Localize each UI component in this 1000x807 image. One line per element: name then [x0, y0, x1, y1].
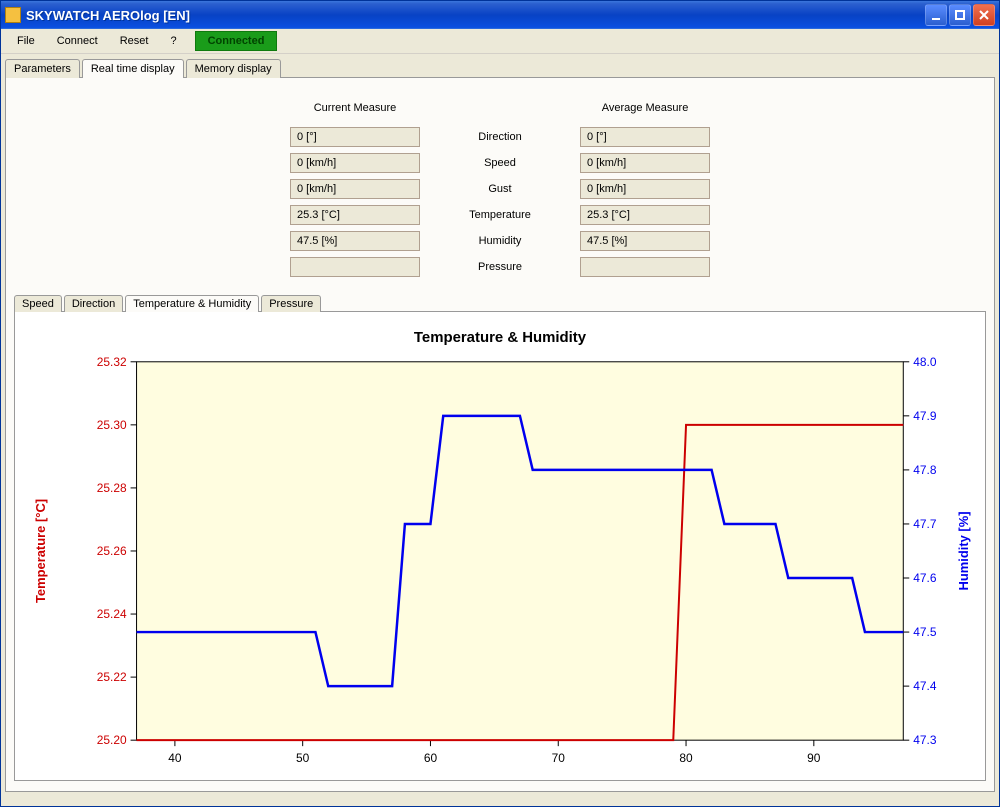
svg-text:47.5: 47.5 [913, 625, 937, 639]
menu-help[interactable]: ? [160, 32, 186, 50]
menu-bar: File Connect Reset ? Connected [1, 29, 999, 54]
window-title: SKYWATCH AEROlog [EN] [26, 8, 925, 23]
measure-section: Current Measure 0 [°] 0 [km/h] 0 [km/h] … [14, 88, 986, 294]
average-direction-field: 0 [°] [580, 127, 710, 147]
svg-text:90: 90 [807, 751, 821, 765]
connection-status: Connected [195, 31, 278, 51]
average-pressure-field [580, 257, 710, 277]
label-direction: Direction [430, 124, 570, 150]
label-humidity: Humidity [430, 228, 570, 254]
label-pressure: Pressure [430, 254, 570, 280]
svg-text:25.30: 25.30 [97, 418, 127, 432]
subtab-speed[interactable]: Speed [14, 295, 62, 312]
svg-text:47.6: 47.6 [913, 571, 937, 585]
svg-text:47.9: 47.9 [913, 409, 937, 423]
client-area: Parameters Real time display Memory disp… [1, 54, 999, 796]
subtab-pressure[interactable]: Pressure [261, 295, 321, 312]
labels-column: Direction Speed Gust Temperature Humidit… [430, 98, 570, 280]
current-direction-field: 0 [°] [290, 127, 420, 147]
svg-text:25.32: 25.32 [97, 355, 127, 369]
average-gust-field: 0 [km/h] [580, 179, 710, 199]
menu-file[interactable]: File [7, 32, 45, 50]
close-button[interactable] [973, 4, 995, 26]
realtime-panel: Current Measure 0 [°] 0 [km/h] 0 [km/h] … [5, 77, 995, 792]
svg-text:25.26: 25.26 [97, 544, 127, 558]
svg-text:47.8: 47.8 [913, 463, 937, 477]
current-column: Current Measure 0 [°] 0 [km/h] 0 [km/h] … [280, 98, 430, 280]
subtab-direction[interactable]: Direction [64, 295, 123, 312]
menu-connect[interactable]: Connect [47, 32, 108, 50]
chart-svg: Temperature & Humidity Temperature [°C] … [15, 312, 985, 780]
svg-text:25.20: 25.20 [97, 733, 127, 747]
tab-realtime[interactable]: Real time display [82, 59, 184, 78]
current-humidity-field: 47.5 [%] [290, 231, 420, 251]
subtab-temphum[interactable]: Temperature & Humidity [125, 295, 259, 312]
main-tabs: Parameters Real time display Memory disp… [5, 59, 995, 78]
svg-text:50: 50 [296, 751, 310, 765]
current-header: Current Measure [280, 98, 430, 124]
svg-text:60: 60 [424, 751, 438, 765]
svg-text:25.28: 25.28 [97, 481, 127, 495]
menu-reset[interactable]: Reset [110, 32, 159, 50]
minimize-icon [930, 9, 942, 21]
title-bar: SKYWATCH AEROlog [EN] [1, 1, 999, 29]
ylabel-right: Humidity [%] [956, 511, 971, 590]
svg-text:25.22: 25.22 [97, 670, 127, 684]
current-pressure-field [290, 257, 420, 277]
average-humidity-field: 47.5 [%] [580, 231, 710, 251]
average-temperature-field: 25.3 [°C] [580, 205, 710, 225]
chart-tabs: Speed Direction Temperature & Humidity P… [14, 295, 986, 312]
ylabel-left: Temperature [°C] [33, 499, 48, 603]
tab-memory[interactable]: Memory display [186, 59, 281, 78]
average-column: Average Measure 0 [°] 0 [km/h] 0 [km/h] … [570, 98, 720, 280]
svg-text:70: 70 [552, 751, 566, 765]
svg-text:25.24: 25.24 [97, 607, 127, 621]
close-icon [978, 9, 990, 21]
svg-text:48.0: 48.0 [913, 355, 937, 369]
average-header: Average Measure [570, 98, 720, 124]
current-temperature-field: 25.3 [°C] [290, 205, 420, 225]
svg-text:47.3: 47.3 [913, 733, 937, 747]
tab-parameters[interactable]: Parameters [5, 59, 80, 78]
maximize-button[interactable] [949, 4, 971, 26]
minimize-button[interactable] [925, 4, 947, 26]
label-temperature: Temperature [430, 202, 570, 228]
svg-text:47.7: 47.7 [913, 517, 937, 531]
label-speed: Speed [430, 150, 570, 176]
current-gust-field: 0 [km/h] [290, 179, 420, 199]
chart-title: Temperature & Humidity [414, 329, 587, 346]
svg-text:40: 40 [168, 751, 182, 765]
label-gust: Gust [430, 176, 570, 202]
svg-text:47.4: 47.4 [913, 679, 937, 693]
window-buttons [925, 4, 995, 26]
maximize-icon [954, 9, 966, 21]
svg-text:80: 80 [679, 751, 693, 765]
app-icon [5, 7, 21, 23]
chart-panel: Temperature & Humidity Temperature [°C] … [14, 311, 986, 781]
current-speed-field: 0 [km/h] [290, 153, 420, 173]
average-speed-field: 0 [km/h] [580, 153, 710, 173]
